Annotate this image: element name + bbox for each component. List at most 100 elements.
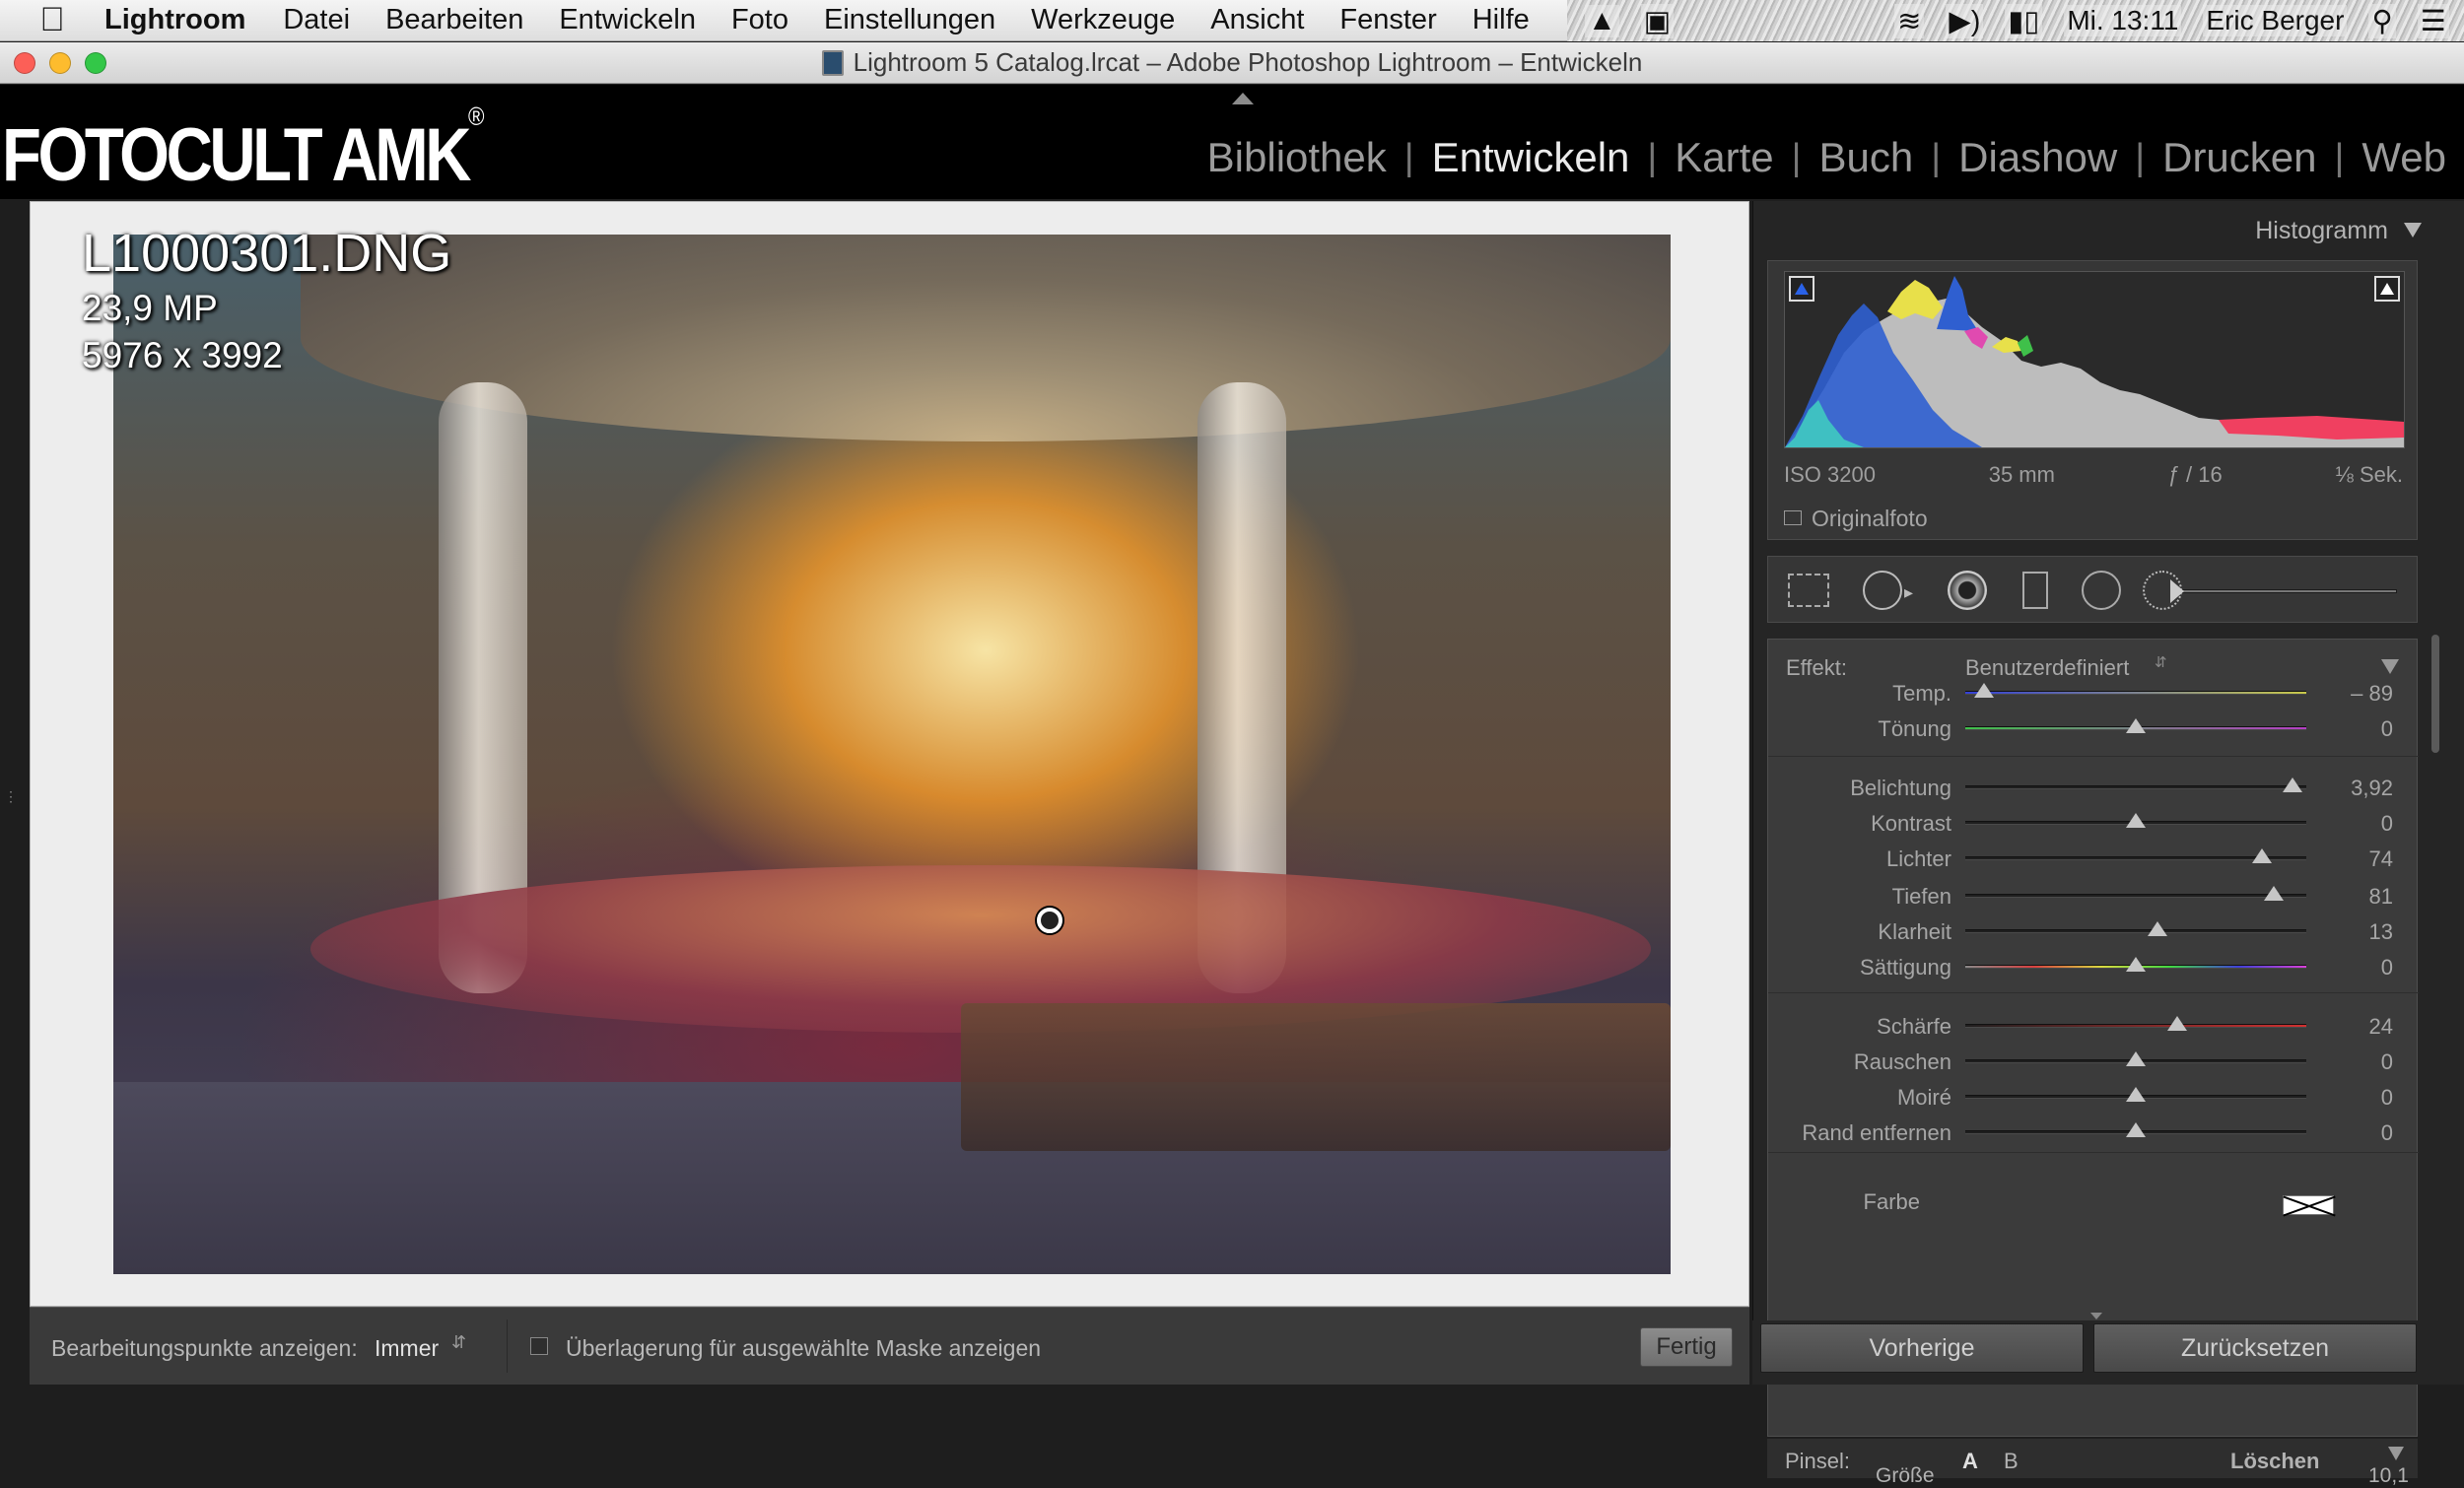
slider-track[interactable] <box>1965 785 2306 789</box>
menu-bar:  Lightroom Datei Bearbeiten Entwickeln … <box>0 0 2464 41</box>
previous-button[interactable]: Vorherige <box>1760 1323 2084 1373</box>
slider-knob[interactable] <box>1974 683 1995 698</box>
reset-button[interactable]: Zurücksetzen <box>2093 1323 2417 1373</box>
menu-app-name[interactable]: Lightroom <box>104 4 245 36</box>
mask-overlay-label[interactable]: Überlagerung für ausgewählte Maske anzei… <box>566 1335 1041 1362</box>
slider-value[interactable]: 81 <box>2369 884 2393 910</box>
select-arrows-icon[interactable]: ⇵ <box>2155 653 2167 671</box>
highlight-clipping-button[interactable] <box>2374 276 2400 302</box>
select-arrows-icon[interactable]: ⇵ <box>451 1332 466 1353</box>
color-swatch[interactable] <box>2283 1195 2336 1217</box>
menu-foto[interactable]: Foto <box>731 4 788 36</box>
done-button[interactable]: Fertig <box>1640 1327 1733 1367</box>
volume-icon[interactable]: ▶) <box>1946 3 1984 38</box>
screen-icon[interactable]: ▣ <box>1640 3 1675 38</box>
user-name[interactable]: Eric Berger <box>2203 5 2348 36</box>
slider-track[interactable] <box>1965 691 2306 695</box>
original-photo-label[interactable]: Originalfoto <box>1812 506 1928 532</box>
left-panel-handle[interactable]: ⋮ <box>4 788 18 808</box>
slider-knob[interactable] <box>2126 1122 2146 1137</box>
slider-knob[interactable] <box>2264 886 2285 901</box>
slider-value[interactable]: 0 <box>2381 811 2393 837</box>
slider-value[interactable]: 74 <box>2369 846 2393 872</box>
battery-icon[interactable]: ▮▯ <box>2005 3 2043 38</box>
module-web[interactable]: Web <box>2344 134 2464 181</box>
slider-knob[interactable] <box>2126 1087 2146 1102</box>
crop-tool-icon[interactable] <box>1788 574 1829 607</box>
module-entwickeln[interactable]: Entwickeln <box>1414 134 1648 181</box>
slider-value[interactable]: 0 <box>2381 1085 2393 1111</box>
apple-icon[interactable]:  <box>0 1 104 39</box>
upload-icon[interactable]: ▲ <box>1585 4 1619 37</box>
slider-knob[interactable] <box>2166 1016 2187 1031</box>
slider-value[interactable]: 0 <box>2381 1049 2393 1075</box>
adjustment-pin[interactable] <box>1037 908 1062 933</box>
brush-b-tab[interactable]: B <box>2004 1449 2019 1474</box>
histogram-header[interactable]: Histogramm <box>1753 201 2437 260</box>
menu-einstellungen[interactable]: Einstellungen <box>824 4 995 36</box>
original-photo-checkbox[interactable] <box>1784 510 1802 525</box>
slider-track[interactable] <box>1965 1024 2306 1028</box>
module-karte[interactable]: Karte <box>1657 134 1791 181</box>
spot-removal-tool-icon[interactable] <box>1863 571 1902 610</box>
menu-fenster[interactable]: Fenster <box>1339 4 1436 36</box>
graduated-filter-tool-icon[interactable] <box>2022 572 2048 609</box>
wifi-icon[interactable]: ≋ <box>1894 3 1925 38</box>
clock[interactable]: Mi. 13:11 <box>2064 5 2182 36</box>
panel-collapse-icon[interactable] <box>2388 1447 2404 1460</box>
panel-scrollbar[interactable] <box>2431 635 2439 753</box>
slider-track[interactable] <box>1965 929 2306 933</box>
slider-track[interactable] <box>1965 894 2306 898</box>
slider-knob[interactable] <box>2126 957 2146 972</box>
menu-entwickeln[interactable]: Entwickeln <box>559 4 696 36</box>
menu-bearbeiten[interactable]: Bearbeiten <box>385 4 523 36</box>
brush-amount-knob[interactable] <box>2170 579 2184 603</box>
menu-datei[interactable]: Datei <box>283 4 350 36</box>
slider-value[interactable]: – 89 <box>2351 681 2393 707</box>
module-drucken[interactable]: Drucken <box>2145 134 2334 181</box>
slider-value[interactable]: 24 <box>2369 1014 2393 1040</box>
menu-werkzeuge[interactable]: Werkzeuge <box>1031 4 1175 36</box>
zoom-window-button[interactable] <box>85 52 106 74</box>
image-view: L1000301.DNG 23,9 MP 5976 x 3992 <box>30 201 1749 1307</box>
slider-value[interactable]: 0 <box>2381 955 2393 981</box>
slider-knob[interactable] <box>2283 778 2303 792</box>
mask-overlay-checkbox[interactable] <box>530 1337 548 1355</box>
module-diashow[interactable]: Diashow <box>1941 134 2135 181</box>
photo-info-overlay: L1000301.DNG 23,9 MP 5976 x 3992 <box>82 222 451 379</box>
collapse-top-panel-icon[interactable] <box>1232 93 1254 104</box>
slider-value[interactable]: 3,92 <box>2351 776 2393 801</box>
slider-label: Lichter <box>1885 846 1951 871</box>
slider-knob[interactable] <box>2126 1051 2146 1066</box>
show-pins-select[interactable]: Immer <box>375 1335 439 1362</box>
module-buch[interactable]: Buch <box>1802 134 1932 181</box>
shadow-clipping-button[interactable] <box>1789 276 1814 302</box>
slider-knob[interactable] <box>2252 848 2273 863</box>
slider-value[interactable]: 0 <box>2381 1120 2393 1146</box>
brush-a-tab[interactable]: A <box>1962 1449 1978 1474</box>
list-icon[interactable]: ☰ <box>2417 3 2449 38</box>
menu-hilfe[interactable]: Hilfe <box>1472 4 1530 36</box>
panel-collapse-icon[interactable] <box>2404 223 2422 237</box>
panel-collapse-icon[interactable] <box>2381 659 2399 674</box>
menu-ansicht[interactable]: Ansicht <box>1210 4 1304 36</box>
minimize-window-button[interactable] <box>49 52 71 74</box>
module-bibliothek[interactable]: Bibliothek <box>1190 134 1404 181</box>
slider-value[interactable]: 0 <box>2381 716 2393 742</box>
brush-amount-slider[interactable] <box>2182 589 2397 593</box>
module-separator: | <box>1647 136 1658 178</box>
slider-knob[interactable] <box>2126 718 2146 733</box>
photo-bench <box>961 1003 1671 1151</box>
slider-knob[interactable] <box>2126 813 2146 828</box>
histogram-graph[interactable] <box>1784 271 2405 448</box>
slider-value[interactable]: 13 <box>2369 919 2393 945</box>
search-icon[interactable]: ⚲ <box>2368 3 2396 38</box>
window-title-bar: Lightroom 5 Catalog.lrcat – Adobe Photos… <box>0 42 2464 84</box>
red-eye-tool-icon[interactable] <box>1948 571 1987 610</box>
close-window-button[interactable] <box>14 52 35 74</box>
photo-preview[interactable] <box>113 235 1671 1274</box>
radial-filter-tool-icon[interactable] <box>2082 571 2121 610</box>
brush-erase-tab[interactable]: Löschen <box>2230 1449 2319 1474</box>
slider-knob[interactable] <box>2148 921 2168 936</box>
highlight-clip-icon <box>2380 283 2394 295</box>
